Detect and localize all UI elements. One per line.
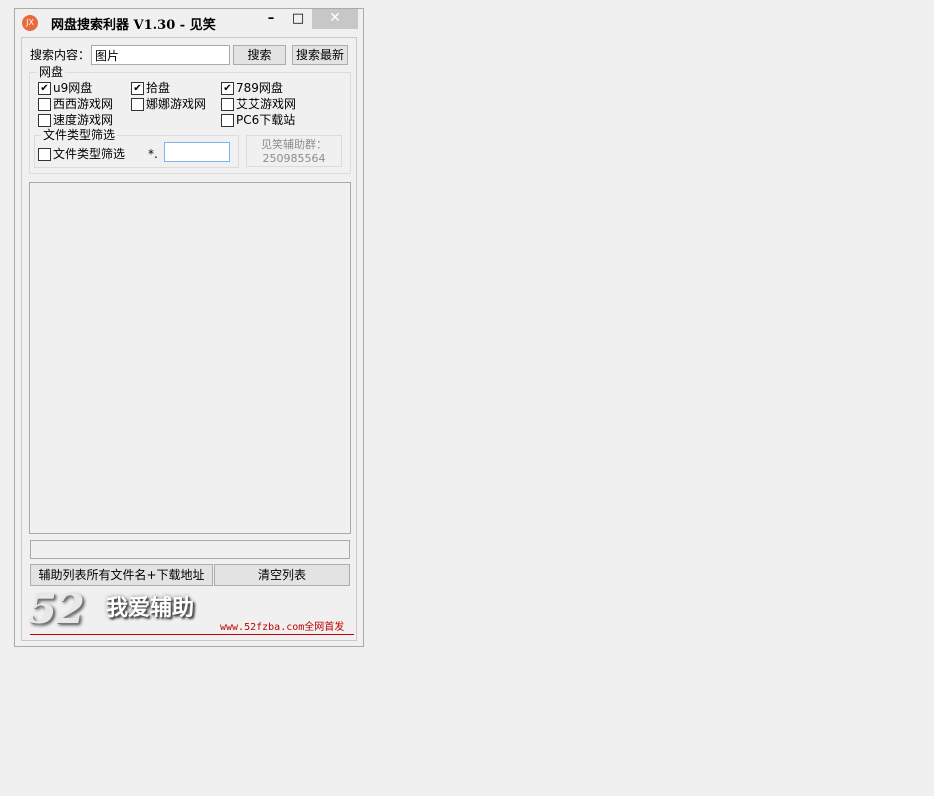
checkbox-shipan[interactable]: ✔ 拾盘 [131,81,170,95]
banner-underline [30,634,354,635]
banner-logo-text: 我爱辅助 [106,596,195,621]
checkbox-label: 789网盘 [236,81,283,95]
help-group-title: 见笑辅助群： [261,138,327,151]
checkbox-nana[interactable]: 娜娜游戏网 [131,97,206,111]
checkbox-box[interactable] [221,97,234,111]
checkbox-pc6[interactable]: PC6下载站 [221,113,295,127]
window-title: 网盘搜索利器 V1.30 - 见笑 [51,18,216,33]
search-input[interactable] [91,45,230,65]
help-group-number: 250985564 [262,152,326,165]
banner-url[interactable]: www.52fzba.com全网首发 [220,622,344,634]
checkbox-label: 艾艾游戏网 [236,97,297,111]
checkbox-789[interactable]: ✔ 789网盘 [221,81,283,95]
netdisk-group-legend: 网盘 [37,65,66,79]
search-button[interactable]: 搜索 [233,45,286,65]
checkbox-label: 速度游戏网 [53,113,114,127]
banner-logo-number: 52 [29,586,85,633]
checkbox-label: 西西游戏网 [53,97,114,111]
checkbox-box[interactable]: ✔ [38,81,51,95]
maximize-button[interactable]: □ [285,9,311,29]
checkbox-aiai[interactable]: 艾艾游戏网 [221,97,296,111]
search-label: 搜索内容： [30,48,91,62]
ext-prefix: *. [148,147,158,161]
client-area: 搜索内容： 搜索 搜索最新 网盘 ✔u9网盘 ✔拾盘 ✔789网盘 西西游戏网 … [21,37,357,641]
main-window: JX 网盘搜索利器 V1.30 - 见笑 – □ ✕ 搜索内容： 搜索 搜索最新… [14,8,364,647]
filetype-group-legend: 文件类型筛选 [41,128,118,142]
checkbox-box[interactable] [131,97,144,111]
title-bar[interactable]: JX 网盘搜索利器 V1.30 - 见笑 – □ ✕ [15,9,363,37]
checkbox-xixi[interactable]: 西西游戏网 [38,97,113,111]
ext-input[interactable] [164,142,230,162]
checkbox-label: u9网盘 [53,81,93,95]
close-button[interactable]: ✕ [312,9,358,29]
checkbox-box[interactable]: ✔ [221,81,234,95]
checkbox-label: 娜娜游戏网 [146,97,207,111]
checkbox-box[interactable] [38,147,51,161]
search-latest-button[interactable]: 搜索最新 [292,45,348,65]
checkbox-sudu[interactable]: 速度游戏网 [38,113,113,127]
status-bar [30,540,350,559]
checkbox-filetype-filter[interactable]: 文件类型筛选 [38,147,125,161]
copy-list-button[interactable]: 辅助列表所有文件名+下载地址 [30,564,213,586]
minimize-button[interactable]: – [258,9,284,29]
app-icon: JX [22,15,38,31]
result-list[interactable] [29,182,351,534]
checkbox-box[interactable]: ✔ [131,81,144,95]
checkbox-label: 文件类型筛选 [53,147,126,161]
checkbox-label: PC6下载站 [236,113,296,127]
checkbox-box[interactable] [38,113,51,127]
checkbox-u9[interactable]: ✔ u9网盘 [38,81,92,95]
checkbox-box[interactable] [38,97,51,111]
clear-list-button[interactable]: 清空列表 [214,564,350,586]
checkbox-box[interactable] [221,113,234,127]
checkbox-label: 拾盘 [146,81,171,95]
help-group-box: 见笑辅助群： 250985564 [246,135,342,167]
